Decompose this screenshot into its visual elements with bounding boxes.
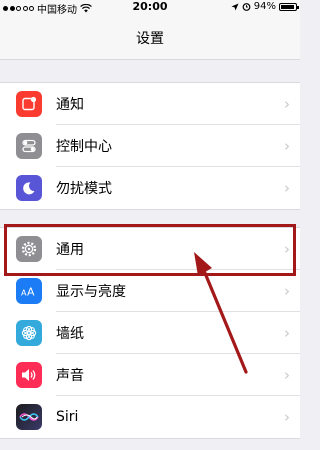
pointer-arrow-icon (194, 252, 248, 374)
settings-screen: 中国移动 20:00 94% 设置 通知 › 控制中心 › 勿扰模式 › 通用 … (0, 0, 300, 450)
